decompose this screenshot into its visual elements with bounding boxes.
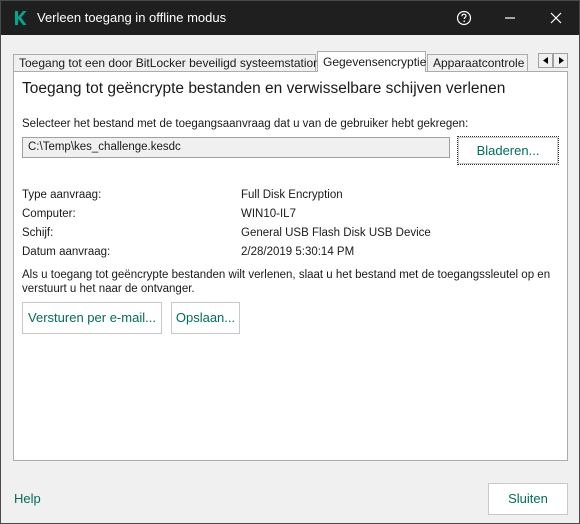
file-path-field[interactable]: C:\Temp\kes_challenge.kesdc xyxy=(22,137,450,158)
minimize-icon xyxy=(505,17,515,19)
close-icon xyxy=(550,12,562,24)
info-value-drive: General USB Flash Disk USB Device xyxy=(241,227,431,239)
tab-scroll-left-button[interactable] xyxy=(538,53,553,68)
help-button[interactable] xyxy=(442,1,486,35)
arrow-left-icon xyxy=(542,57,548,64)
tab-scroll-right-button[interactable] xyxy=(553,53,568,68)
save-button[interactable]: Opslaan... xyxy=(171,302,240,334)
window-title: Verleen toegang in offline modus xyxy=(37,10,227,25)
question-icon xyxy=(456,10,472,26)
instruction-note: Als u toegang tot geëncrypte bestanden w… xyxy=(22,269,551,295)
page-title: Toegang tot geëncrypte bestanden en verw… xyxy=(22,80,506,97)
info-value-date: 2/28/2019 5:30:14 PM xyxy=(241,246,355,258)
tab-strip: Toegang tot een door BitLocker beveiligd… xyxy=(13,51,569,72)
info-label-type: Type aanvraag: xyxy=(22,189,102,201)
info-value-computer: WIN10-IL7 xyxy=(241,208,296,220)
info-label-date: Datum aanvraag: xyxy=(22,246,111,258)
info-label-computer: Computer: xyxy=(22,208,76,220)
close-window-button[interactable] xyxy=(534,1,578,35)
dialog-window: Verleen toegang in offline modus Toegang… xyxy=(0,0,580,524)
info-value-type: Full Disk Encryption xyxy=(241,189,343,201)
browse-button[interactable]: Bladeren... xyxy=(457,136,559,165)
instruction-text: Selecteer het bestand met de toegangsaan… xyxy=(22,118,469,130)
send-email-button[interactable]: Versturen per e-mail... xyxy=(22,302,162,334)
tab-bitlocker[interactable]: Toegang tot een door BitLocker beveiligd… xyxy=(13,54,320,71)
minimize-button[interactable] xyxy=(488,1,532,35)
close-button[interactable]: Sluiten xyxy=(488,483,568,515)
arrow-right-icon xyxy=(558,57,564,64)
tab-device-control[interactable]: Apparaatcontrole xyxy=(427,54,528,71)
tab-data-encryption[interactable]: Gegevensencryptie xyxy=(317,51,426,72)
kaspersky-k-icon xyxy=(15,11,27,25)
help-link[interactable]: Help xyxy=(14,491,41,506)
title-bar[interactable]: Verleen toegang in offline modus xyxy=(1,1,579,35)
info-label-drive: Schijf: xyxy=(22,227,54,239)
tab-panel: Toegang tot geëncrypte bestanden en verw… xyxy=(13,71,568,461)
